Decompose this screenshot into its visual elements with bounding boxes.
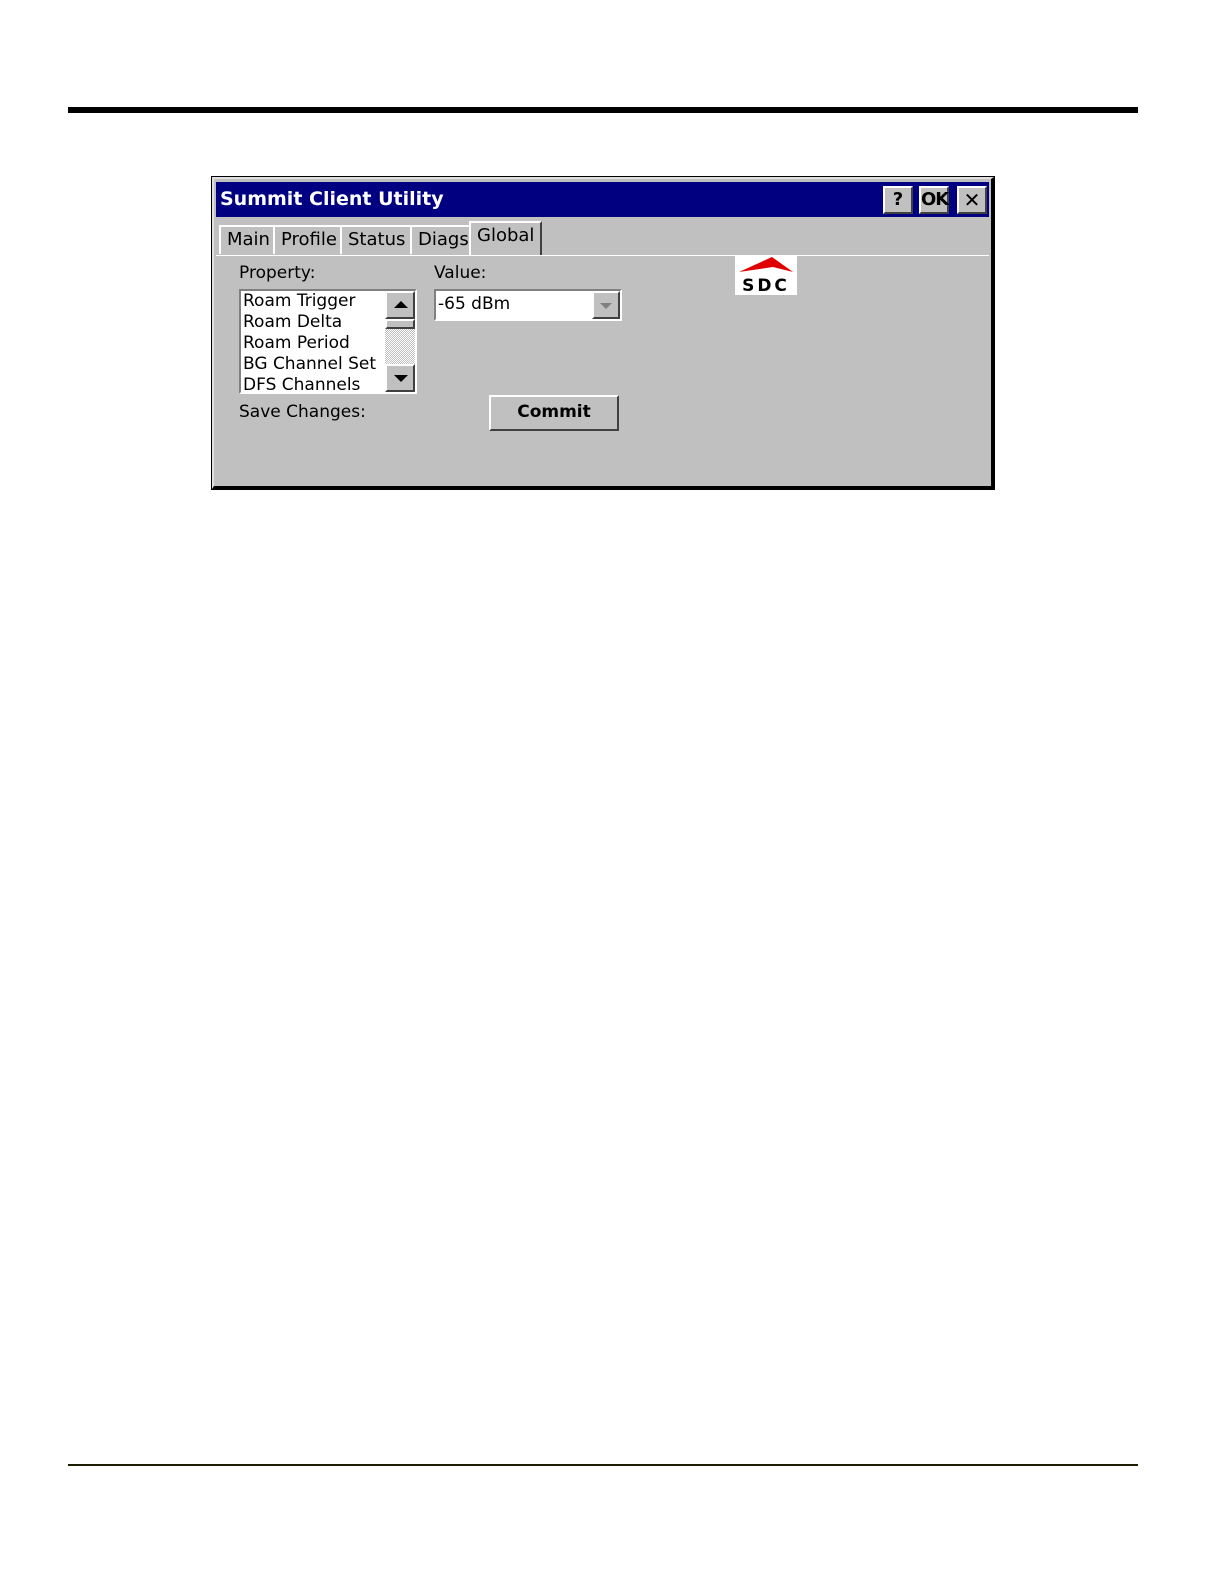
scroll-up-button[interactable] (385, 291, 415, 319)
scroll-down-button[interactable] (385, 364, 415, 392)
tab-status[interactable]: Status (340, 225, 414, 254)
tab-main[interactable]: Main (219, 225, 278, 254)
scroll-thumb[interactable] (385, 319, 415, 329)
tab-profile[interactable]: Profile (273, 225, 345, 254)
property-scrollbar[interactable] (385, 291, 415, 392)
list-item[interactable]: Roam Delta (243, 312, 388, 333)
sdc-logo-icon: SDC (739, 257, 793, 296)
summit-client-utility-window: Summit Client Utility ? OK ✕ Main Profil… (211, 176, 995, 490)
value-dropdown-text: -65 dBm (438, 294, 511, 314)
page-header-rule (68, 107, 1138, 113)
arrow-down-icon (394, 375, 408, 382)
chevron-down-icon (600, 303, 612, 309)
window-title: Summit Client Utility (220, 188, 444, 210)
list-item[interactable]: DFS Channels (243, 375, 388, 392)
list-item[interactable]: Roam Period (243, 333, 388, 354)
page-footer-rule (68, 1464, 1138, 1466)
ok-button[interactable]: OK (919, 186, 949, 214)
value-dropdown[interactable]: -65 dBm (434, 289, 622, 321)
value-label: Value: (434, 263, 487, 283)
property-list: Roam Trigger Roam Delta Roam Period BG C… (243, 291, 388, 392)
tab-diags[interactable]: Diags (410, 225, 477, 254)
sdc-logo: SDC (735, 255, 797, 296)
tab-global[interactable]: Global (469, 221, 543, 255)
arrow-up-icon (394, 301, 408, 308)
list-item[interactable]: Roam Trigger (243, 291, 388, 312)
save-changes-label: Save Changes: (239, 402, 366, 422)
list-item[interactable]: BG Channel Set (243, 354, 388, 375)
commit-button[interactable]: Commit (489, 395, 619, 431)
property-listbox[interactable]: Roam Trigger Roam Delta Roam Period BG C… (239, 289, 417, 394)
close-button[interactable]: ✕ (957, 186, 987, 214)
dropdown-button[interactable] (592, 291, 620, 319)
tab-strip: Main Profile Status Diags Global (216, 220, 989, 256)
svg-text:SDC: SDC (742, 276, 790, 295)
title-bar: Summit Client Utility ? OK ✕ (216, 182, 989, 217)
property-label: Property: (239, 263, 316, 283)
help-button[interactable]: ? (883, 186, 913, 214)
